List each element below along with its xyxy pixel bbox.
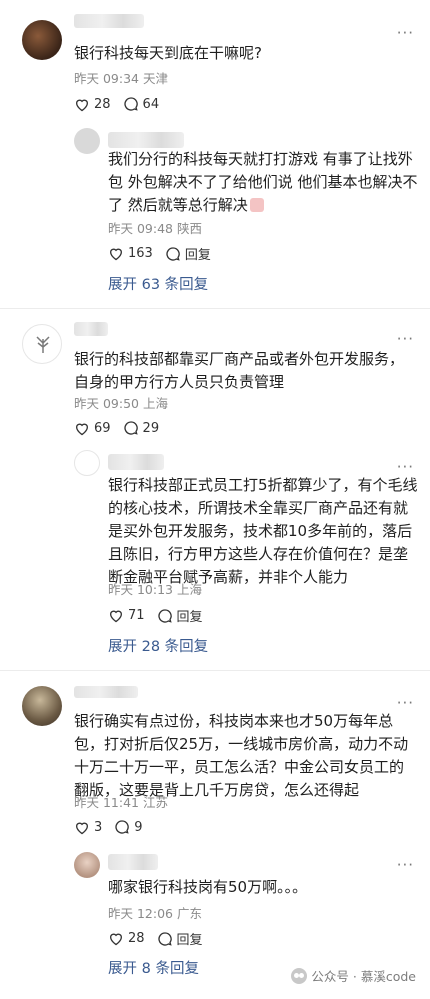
reply-label: 回复 bbox=[184, 248, 211, 263]
comment-count: 64 bbox=[142, 96, 160, 112]
plant-icon bbox=[36, 336, 50, 353]
reply-text: 银行科技部正式员工打5折都算少了，有个毛线的核心技术，所谓技术全靠买厂商产品还有… bbox=[108, 476, 418, 586]
reply-actions: 28 回复 bbox=[108, 929, 215, 948]
comment-button[interactable]: 9 bbox=[114, 819, 143, 835]
emoji-icon bbox=[249, 198, 264, 212]
reply-time: 昨天 12:06 bbox=[108, 906, 173, 921]
heart-icon bbox=[109, 933, 123, 946]
heart-icon bbox=[75, 99, 89, 111]
reply-label: 回复 bbox=[176, 610, 203, 625]
reply-text: 我们分行的科技每天就打打游戏 有事了让找外包 外包解决不了了给他们说 他们基本也… bbox=[108, 148, 418, 217]
reply-button[interactable]: 回复 bbox=[157, 929, 203, 948]
comment-bubble-icon bbox=[123, 97, 138, 111]
like-button[interactable]: 3 bbox=[74, 820, 102, 835]
reply-button[interactable]: 回复 bbox=[157, 606, 203, 625]
comment-bubble-icon bbox=[115, 820, 130, 834]
reply-like-count: 28 bbox=[128, 931, 145, 946]
comment-thread: ··· 银行的科技部都靠买厂商产品或者外包开发服务，自身的甲方行方人员只负责管理… bbox=[0, 310, 430, 675]
comment-count: 29 bbox=[142, 420, 160, 436]
reply-meta: 昨天 09:48 陕西 bbox=[108, 221, 202, 237]
more-options-icon[interactable]: ··· bbox=[397, 696, 414, 711]
reply-location: 陕西 bbox=[176, 221, 202, 236]
comment-button[interactable]: 29 bbox=[123, 420, 160, 436]
reply-username-blurred[interactable] bbox=[108, 454, 164, 470]
reply-actions: 163 回复 bbox=[108, 244, 223, 263]
comment-thread: ··· 银行确实有点过份，科技岗本来也才50万每年总包，打对折后仅25万，一线城… bbox=[0, 672, 430, 999]
username-blurred[interactable] bbox=[74, 322, 108, 336]
comment-actions: 69 29 bbox=[74, 420, 171, 436]
expand-replies-link[interactable]: 展开 63 条回复 bbox=[108, 276, 208, 294]
avatar[interactable] bbox=[22, 20, 62, 60]
expand-replies-link[interactable]: 展开 8 条回复 bbox=[108, 960, 199, 978]
reply-avatar[interactable] bbox=[74, 852, 100, 878]
reply-location: 广东 bbox=[176, 906, 202, 921]
username-blurred[interactable] bbox=[74, 14, 144, 28]
heart-icon bbox=[109, 610, 123, 623]
reply-meta: 昨天 12:06 广东 bbox=[108, 906, 202, 922]
avatar[interactable] bbox=[22, 686, 62, 726]
heart-icon bbox=[75, 423, 89, 435]
username-blurred[interactable] bbox=[74, 686, 138, 698]
reply-username-blurred[interactable] bbox=[108, 132, 184, 148]
comment-meta: 昨天 09:34 天津 bbox=[74, 71, 168, 87]
comment-text: 银行确实有点过份，科技岗本来也才50万每年总包，打对折后仅25万，一线城市房价高… bbox=[74, 712, 409, 799]
reply-label: 回复 bbox=[176, 933, 203, 948]
like-count: 3 bbox=[94, 819, 103, 835]
wechat-icon bbox=[291, 967, 308, 984]
comment-time: 昨天 11:41 bbox=[74, 795, 139, 810]
like-count: 69 bbox=[94, 420, 111, 436]
reply-more-options-icon[interactable]: ··· bbox=[397, 858, 414, 873]
reply-like-button[interactable]: 28 bbox=[108, 931, 145, 946]
thread-divider bbox=[0, 308, 430, 309]
watermark-text: 公众号 · 慕溪code bbox=[311, 969, 416, 984]
comment-time: 昨天 09:50 bbox=[74, 396, 139, 411]
reply-more-options-icon[interactable]: ··· bbox=[397, 460, 414, 475]
comment-actions: 3 9 bbox=[74, 819, 155, 835]
comment-actions: 28 64 bbox=[74, 96, 171, 112]
comment-text: 银行科技每天到底在干嘛呢? bbox=[74, 44, 262, 62]
comment-page: ··· 银行科技每天到底在干嘛呢? 昨天 09:34 天津 28 64 ··· … bbox=[0, 0, 430, 999]
reply-like-button[interactable]: 163 bbox=[108, 246, 153, 261]
reply-button[interactable]: 回复 bbox=[165, 244, 211, 263]
reply-like-count: 163 bbox=[128, 246, 153, 261]
comment-location: 上海 bbox=[142, 396, 168, 411]
comment-location: 天津 bbox=[142, 71, 168, 86]
like-button[interactable]: 28 bbox=[74, 97, 111, 112]
comment-text: 银行的科技部都靠买厂商产品或者外包开发服务，自身的甲方行方人员只负责管理 bbox=[74, 350, 405, 391]
comment-location: 江苏 bbox=[142, 795, 168, 810]
reply-actions: 71 回复 bbox=[108, 606, 215, 625]
comment-count: 9 bbox=[134, 819, 143, 835]
avatar[interactable] bbox=[22, 324, 62, 364]
comment-time: 昨天 09:34 bbox=[74, 71, 139, 86]
comment-bubble-icon bbox=[157, 931, 172, 946]
thread-divider bbox=[0, 670, 430, 671]
reply-username-blurred[interactable] bbox=[108, 854, 158, 870]
comment-thread: ··· 银行科技每天到底在干嘛呢? 昨天 09:34 天津 28 64 ··· … bbox=[0, 0, 430, 305]
reply-time: 昨天 10:13 bbox=[108, 582, 173, 597]
reply-avatar[interactable] bbox=[74, 128, 100, 154]
comment-bubble-icon bbox=[123, 421, 138, 435]
comment-meta: 昨天 09:50 上海 bbox=[74, 396, 168, 412]
reply-time: 昨天 09:48 bbox=[108, 221, 173, 236]
reply-avatar[interactable] bbox=[74, 450, 100, 476]
reply-meta: 昨天 10:13 上海 bbox=[108, 582, 202, 598]
heart-icon bbox=[109, 248, 123, 261]
watermark: 公众号 · 慕溪code bbox=[291, 966, 416, 985]
reply-location: 上海 bbox=[176, 582, 202, 597]
like-button[interactable]: 69 bbox=[74, 421, 111, 436]
comment-meta: 昨天 11:41 江苏 bbox=[74, 795, 168, 811]
comment-button[interactable]: 64 bbox=[123, 96, 160, 112]
more-options-icon[interactable]: ··· bbox=[397, 332, 414, 347]
reply-like-button[interactable]: 71 bbox=[108, 608, 145, 623]
like-count: 28 bbox=[94, 96, 111, 112]
heart-icon bbox=[75, 822, 89, 834]
more-options-icon[interactable]: ··· bbox=[397, 26, 414, 41]
comment-bubble-icon bbox=[157, 608, 172, 623]
reply-like-count: 71 bbox=[128, 608, 145, 623]
expand-replies-link[interactable]: 展开 28 条回复 bbox=[108, 638, 208, 656]
comment-bubble-icon bbox=[166, 246, 180, 261]
reply-text: 哪家银行科技岗有50万啊。。。 bbox=[108, 878, 308, 896]
